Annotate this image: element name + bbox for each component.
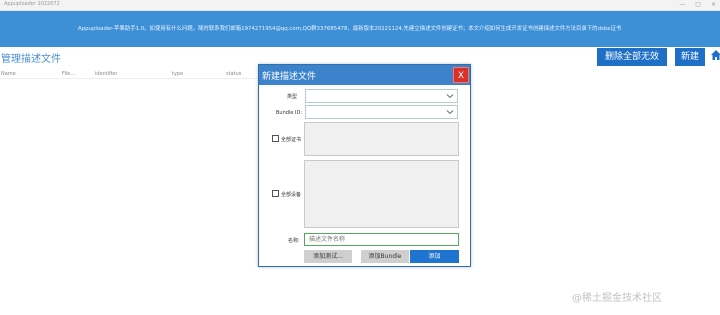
- clear-invalid-button[interactable]: 删除全部无效: [597, 48, 667, 66]
- all-certificates-label: 全部证书: [281, 137, 302, 143]
- all-devices-label: 全部设备: [281, 192, 302, 198]
- window-controls: — □ ✕: [679, 1, 716, 9]
- banner-notice: Appuploader-苹果助手1.0。如使用有什么问题，随时联系我们邮箱197…: [78, 26, 622, 32]
- dialog-header: 新建描述文件 X: [259, 65, 470, 85]
- profile-name-label: 名称:: [288, 238, 300, 244]
- all-certificates-checkbox[interactable]: [272, 135, 279, 142]
- maximize-icon[interactable]: □: [695, 1, 701, 9]
- home-icon[interactable]: [710, 49, 720, 61]
- close-window-icon[interactable]: ✕: [711, 1, 716, 9]
- column-header-name[interactable]: Name: [1, 71, 16, 77]
- minimize-icon[interactable]: —: [679, 1, 685, 9]
- profile-name-input[interactable]: 描述文件名称: [304, 233, 459, 246]
- new-profile-dialog: 新建描述文件 X 类型 Bundle ID: 全部证书 全部设备 名称: 描述文…: [258, 64, 471, 267]
- devices-list[interactable]: [304, 160, 459, 228]
- title-bar: Appuploader 2022072 — □ ✕: [0, 0, 720, 11]
- chevron-down-icon: [446, 110, 454, 115]
- type-select[interactable]: [305, 89, 458, 103]
- window-title: Appuploader 2022072: [4, 1, 60, 7]
- bundle-id-select[interactable]: [305, 105, 458, 119]
- new-profile-button[interactable]: 新建: [675, 48, 705, 66]
- dialog-close-button[interactable]: X: [453, 67, 469, 83]
- chevron-down-icon: [446, 94, 454, 99]
- info-banner: Appuploader-苹果助手1.0。如使用有什么问题，随时联系我们邮箱197…: [0, 11, 720, 47]
- page-title: 管理描述文件: [1, 54, 61, 65]
- all-devices-checkbox[interactable]: [272, 190, 279, 197]
- app-window: Appuploader 2022072 — □ ✕ Appuploader-苹果…: [0, 0, 720, 315]
- add-button[interactable]: 添加: [410, 250, 459, 263]
- column-header-type[interactable]: type: [172, 71, 183, 77]
- column-header-identifier[interactable]: identifier: [95, 71, 117, 77]
- add-bundle-button[interactable]: 添加Bundle: [361, 250, 409, 263]
- bundle-id-label: Bundle ID:: [276, 110, 303, 116]
- type-label: 类型: [287, 94, 298, 100]
- certificates-list[interactable]: [304, 122, 459, 156]
- dialog-title: 新建描述文件: [262, 72, 317, 82]
- column-header-file[interactable]: File...: [62, 71, 75, 77]
- column-header-status[interactable]: status: [226, 71, 241, 77]
- add-test-button[interactable]: 添加测试...: [304, 250, 352, 263]
- watermark-text: @稀土掘金技术社区: [572, 293, 662, 304]
